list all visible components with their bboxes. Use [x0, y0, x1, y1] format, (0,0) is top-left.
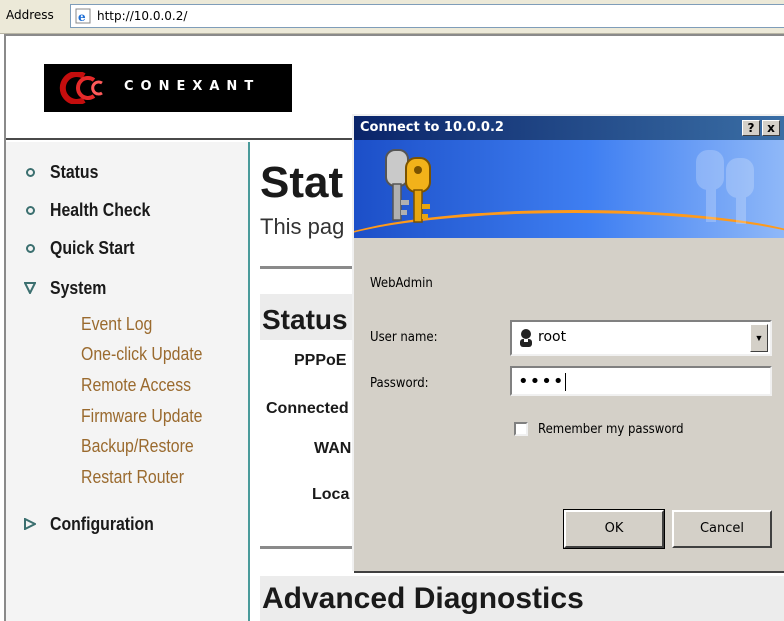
- login-dialog: Connect to 10.0.0.2 ? x WebAdmin User na…: [352, 114, 784, 571]
- url-input[interactable]: e http://10.0.0.2/: [70, 4, 784, 28]
- ie-page-icon: e: [75, 8, 91, 24]
- triangle-right-icon: [24, 518, 36, 530]
- close-button[interactable]: x: [762, 120, 780, 136]
- keys-watermark-icon: [696, 150, 754, 224]
- circle-bullet-icon: [24, 242, 36, 254]
- password-value: ••••: [518, 371, 567, 392]
- address-label: Address: [6, 8, 54, 22]
- sidebar-item-health-check[interactable]: Health Check: [24, 196, 164, 224]
- url-text: http://10.0.0.2/: [97, 9, 188, 23]
- sidebar-item-label: System: [50, 277, 107, 298]
- page-title: Stat: [260, 158, 344, 207]
- sidebar-item-system[interactable]: System: [24, 274, 114, 302]
- help-button[interactable]: ?: [742, 120, 760, 136]
- sidebar-item-quick-start[interactable]: Quick Start: [24, 234, 146, 262]
- sidebar-item-configuration[interactable]: Configuration: [24, 510, 168, 538]
- svg-text:e: e: [78, 10, 86, 24]
- circle-bullet-icon: [24, 204, 36, 216]
- field-label-wan: WAN: [314, 440, 352, 457]
- field-label-connected: Connected: [266, 400, 349, 417]
- address-bar: Address e http://10.0.0.2/: [0, 0, 784, 34]
- password-label: Password:: [370, 376, 429, 391]
- logo-text: CONEXANT: [124, 79, 261, 94]
- section-title: Status: [262, 304, 348, 335]
- sidebar-item-label: Configuration: [50, 513, 154, 534]
- username-combobox[interactable]: root ▼: [510, 320, 772, 356]
- dialog-title: Connect to 10.0.0.2: [360, 120, 504, 135]
- username-label: User name:: [370, 330, 438, 345]
- conexant-logo: CONEXANT: [44, 64, 292, 112]
- triangle-down-icon: [24, 282, 36, 294]
- password-field[interactable]: ••••: [510, 366, 772, 396]
- submenu-restart-router[interactable]: Restart Router: [81, 467, 184, 488]
- sidebar: Status Health Check Quick Start System E…: [6, 142, 250, 621]
- keys-icon: [385, 149, 431, 223]
- chevron-down-icon[interactable]: ▼: [750, 324, 768, 352]
- submenu-firmware-update[interactable]: Firmware Update: [81, 406, 202, 427]
- remember-password-label: Remember my password: [538, 422, 684, 437]
- sidebar-item-label: Status: [50, 161, 99, 182]
- advanced-diagnostics-title: Advanced Diagnostics: [262, 582, 584, 615]
- sidebar-item-label: Health Check: [50, 199, 151, 220]
- submenu-backup-restore[interactable]: Backup/Restore: [81, 436, 194, 457]
- cancel-button[interactable]: Cancel: [672, 510, 772, 548]
- dialog-titlebar[interactable]: Connect to 10.0.0.2 ? x: [354, 116, 784, 140]
- username-value: root: [538, 329, 567, 345]
- submenu-one-click-update[interactable]: One-click Update: [81, 344, 202, 365]
- remember-password-checkbox[interactable]: [514, 422, 528, 436]
- dialog-banner: [354, 140, 784, 238]
- realm-text: WebAdmin: [370, 276, 433, 291]
- ok-button[interactable]: OK: [563, 509, 665, 549]
- conexant-swirl-logo: [59, 72, 103, 104]
- field-label-pppoe: PPPoE: [294, 352, 347, 369]
- submenu-event-log[interactable]: Event Log: [81, 314, 152, 335]
- user-icon: [520, 329, 532, 347]
- circle-bullet-icon: [24, 166, 36, 178]
- sidebar-item-label: Quick Start: [50, 237, 135, 258]
- sidebar-item-status[interactable]: Status: [24, 158, 105, 186]
- submenu-remote-access[interactable]: Remote Access: [81, 375, 191, 396]
- page-description: This pag: [260, 214, 345, 239]
- field-label-local: Loca: [312, 486, 350, 503]
